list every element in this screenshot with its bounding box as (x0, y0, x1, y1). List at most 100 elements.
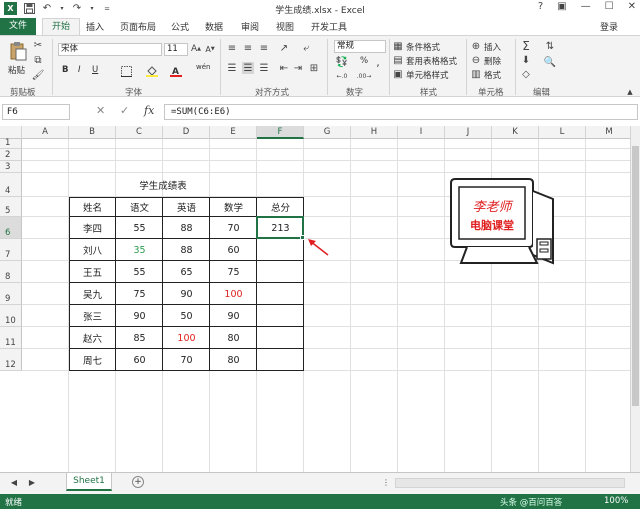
table-cell[interactable]: 80 (210, 349, 257, 371)
name-box[interactable]: F6 (2, 104, 70, 120)
font-color-icon[interactable]: A (170, 65, 182, 77)
table-cell[interactable]: 35 (116, 239, 163, 261)
selected-cell[interactable] (256, 216, 304, 239)
table-header-cell[interactable]: 语文 (116, 197, 163, 217)
fill-handle[interactable] (300, 235, 305, 240)
table-cell[interactable]: 王五 (69, 261, 116, 283)
conditional-format-button[interactable]: 条件格式 (406, 41, 440, 53)
table-cell[interactable]: 100 (163, 327, 210, 349)
tab-data[interactable]: 数据 (205, 20, 223, 33)
align-middle-icon[interactable]: ≡ (242, 42, 254, 54)
maximize-icon[interactable]: ☐ (605, 1, 614, 12)
table-cell[interactable]: 赵六 (69, 327, 116, 349)
tab-insert[interactable]: 插入 (86, 20, 104, 33)
paste-button[interactable]: 粘贴 (8, 64, 25, 76)
column-header-h[interactable]: H (351, 126, 398, 139)
table-cell[interactable]: 55 (116, 217, 163, 239)
sort-filter-icon[interactable]: ⇅ (544, 40, 556, 52)
tab-view[interactable]: 视图 (276, 20, 294, 33)
table-header-cell[interactable]: 总分 (257, 197, 304, 217)
ribbon-display-icon[interactable]: ▣ (557, 1, 566, 12)
column-header-f[interactable]: F (257, 126, 304, 139)
sign-in-link[interactable]: 登录 (600, 20, 618, 33)
table-cell[interactable]: 周七 (69, 349, 116, 371)
column-header-d[interactable]: D (163, 126, 210, 139)
close-icon[interactable]: ✕ (628, 1, 636, 12)
borders-icon[interactable] (120, 65, 132, 77)
column-header-g[interactable]: G (304, 126, 351, 139)
clear-icon[interactable]: ◇ (520, 68, 532, 80)
row-header-7[interactable]: 7 (0, 239, 22, 261)
fill-icon[interactable]: ⬇ (520, 54, 532, 66)
row-header-3[interactable]: 3 (0, 161, 22, 173)
table-cell[interactable]: 60 (210, 239, 257, 261)
column-header-c[interactable]: C (116, 126, 163, 139)
table-header-cell[interactable]: 姓名 (69, 197, 116, 217)
tab-page-layout[interactable]: 页面布局 (120, 20, 156, 33)
row-header-8[interactable]: 8 (0, 261, 22, 283)
format-as-table-button[interactable]: 套用表格格式 (406, 55, 457, 67)
find-select-icon[interactable]: 🔍 (544, 56, 556, 68)
table-cell[interactable]: 90 (210, 305, 257, 327)
table-header-cell[interactable]: 英语 (163, 197, 210, 217)
cut-icon[interactable]: ✂ (32, 39, 44, 51)
row-header-9[interactable]: 9 (0, 283, 22, 305)
column-header-j[interactable]: J (445, 126, 492, 139)
tab-review[interactable]: 审阅 (241, 20, 259, 33)
row-header-5[interactable]: 5 (0, 197, 22, 217)
table-cell[interactable]: 65 (163, 261, 210, 283)
table-cell[interactable]: 张三 (69, 305, 116, 327)
table-cell[interactable] (257, 239, 304, 261)
delete-cells-button[interactable]: 删除 (484, 55, 501, 67)
font-name-select[interactable]: 宋体 (58, 43, 162, 56)
zoom-level[interactable]: 100% (604, 496, 628, 506)
table-cell[interactable] (257, 327, 304, 349)
sheet-tab-sheet1[interactable]: Sheet1 (66, 473, 112, 491)
tab-formulas[interactable]: 公式 (171, 20, 189, 33)
column-header-b[interactable]: B (69, 126, 116, 139)
copy-icon[interactable]: ⧉ (32, 54, 44, 66)
vertical-scroll-thumb[interactable] (632, 146, 639, 406)
vertical-scrollbar[interactable] (630, 126, 640, 472)
row-header-12[interactable]: 12 (0, 349, 22, 371)
help-icon[interactable]: ? (538, 1, 543, 12)
table-cell[interactable]: 吴九 (69, 283, 116, 305)
table-cell[interactable]: 75 (210, 261, 257, 283)
table-cell[interactable]: 80 (210, 327, 257, 349)
format-painter-icon[interactable]: 🖌 (32, 69, 45, 81)
row-header-2[interactable]: 2 (0, 149, 22, 161)
align-left-icon[interactable]: ☰ (226, 62, 238, 74)
format-as-table-icon[interactable]: ▤ (392, 54, 404, 66)
table-cell[interactable]: 88 (163, 239, 210, 261)
table-cell[interactable] (257, 261, 304, 283)
table-cell[interactable]: 88 (163, 217, 210, 239)
fill-color-icon[interactable] (146, 65, 158, 77)
table-cell[interactable] (257, 283, 304, 305)
table-cell[interactable]: 90 (163, 283, 210, 305)
table-cell[interactable]: 刘八 (69, 239, 116, 261)
insert-cells-button[interactable]: 插入 (484, 41, 501, 53)
table-cell[interactable]: 85 (116, 327, 163, 349)
conditional-format-icon[interactable]: ▦ (392, 40, 404, 52)
cancel-icon[interactable]: ✕ (96, 104, 105, 117)
prev-sheet-icon[interactable]: ◀ (8, 476, 20, 488)
decrease-font-icon[interactable]: A ▼ (204, 43, 216, 55)
paste-icon[interactable] (8, 40, 28, 62)
row-header-11[interactable]: 11 (0, 327, 22, 349)
phonetic-guide-button[interactable]: wén (196, 63, 210, 71)
bold-button[interactable]: B (62, 65, 68, 75)
tab-home[interactable]: 开始 (42, 18, 80, 36)
table-cell[interactable]: 70 (163, 349, 210, 371)
format-cells-button[interactable]: 格式 (484, 69, 501, 81)
row-header-6[interactable]: 6 (0, 217, 22, 239)
column-header-i[interactable]: I (398, 126, 445, 139)
row-header-1[interactable]: 1 (0, 138, 22, 149)
new-sheet-icon[interactable]: + (132, 476, 144, 488)
column-header-a[interactable]: A (22, 126, 69, 139)
table-cell[interactable] (257, 349, 304, 371)
table-cell[interactable]: 90 (116, 305, 163, 327)
enter-icon[interactable]: ✓ (120, 104, 129, 117)
worksheet-grid[interactable]: A B C D E F G H I J K L M 1 2 3 4 5 6 7 8 9 10 11 12 学生成绩表 姓名 语文 英语数… (0, 126, 630, 472)
horizontal-scrollbar[interactable] (395, 478, 625, 488)
increase-indent-icon[interactable]: ⇥ (292, 62, 304, 74)
